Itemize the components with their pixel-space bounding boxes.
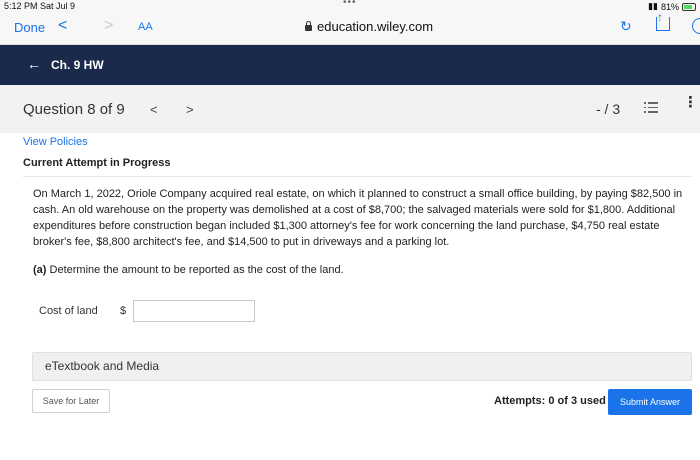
status-right: ▮▮ 81%	[648, 1, 696, 12]
currency-symbol: $	[120, 305, 127, 317]
question-content: View Policies Current Attempt in Progres…	[0, 133, 700, 460]
battery-icon	[682, 2, 696, 11]
attempts-counter: Attempts: 0 of 3 used	[494, 395, 606, 407]
address-bar[interactable]: education.wiley.com	[305, 19, 433, 34]
previous-question-icon[interactable]: <	[150, 102, 158, 117]
part-a-prompt: (a) Determine the amount to be reported …	[33, 264, 344, 276]
cost-of-land-label: Cost of land	[39, 305, 98, 317]
done-button[interactable]: Done	[14, 20, 45, 35]
cost-of-land-input[interactable]	[133, 300, 255, 322]
question-list-icon[interactable]	[644, 102, 658, 115]
status-time: 5:12 PM Sat Jul 9	[4, 1, 76, 11]
back-arrow-icon[interactable]: ←	[27, 56, 41, 72]
submit-answer-button[interactable]: Submit Answer	[608, 389, 692, 415]
save-for-later-button[interactable]: Save for Later	[32, 389, 110, 413]
text-size-button[interactable]: AA	[138, 21, 153, 33]
share-icon[interactable]	[656, 10, 670, 31]
status-bar: 5:12 PM Sat Jul 9 ••• ▮▮ 81%	[0, 0, 700, 12]
url-text: education.wiley.com	[317, 19, 434, 34]
view-policies-link[interactable]: View Policies	[23, 136, 88, 148]
assignment-title[interactable]: Ch. 9 HW	[51, 58, 104, 72]
part-a-text: Determine the amount to be reported as t…	[49, 264, 344, 276]
part-a-label: (a)	[33, 264, 47, 276]
question-score: - / 3	[596, 101, 621, 117]
assignment-header: ← Ch. 9 HW	[0, 45, 700, 85]
lock-icon	[305, 21, 312, 31]
etextbook-media-section[interactable]: eTextbook and Media	[32, 352, 692, 381]
reload-icon[interactable]: ↻	[620, 18, 632, 35]
problem-panel: On March 1, 2022, Oriole Company acquire…	[23, 176, 692, 425]
new-tab-icon[interactable]	[692, 18, 700, 34]
question-bar: Question 8 of 9 < > - / 3 ⋮	[0, 85, 700, 133]
etextbook-media-label: eTextbook and Media	[45, 359, 160, 373]
browser-forward-icon[interactable]: >	[104, 17, 113, 35]
attempt-status-label: Current Attempt in Progress	[23, 157, 171, 169]
next-question-icon[interactable]: >	[186, 102, 194, 117]
question-title: Question 8 of 9	[23, 101, 125, 118]
battery-percent: 81%	[660, 1, 679, 12]
more-options-icon[interactable]: ⋮	[683, 95, 698, 110]
status-dots: •••	[343, 0, 357, 8]
browser-toolbar: Done < > AA education.wiley.com ↻	[0, 10, 700, 45]
browser-back-icon[interactable]: <	[58, 17, 67, 35]
problem-statement: On March 1, 2022, Oriole Company acquire…	[33, 188, 683, 248]
